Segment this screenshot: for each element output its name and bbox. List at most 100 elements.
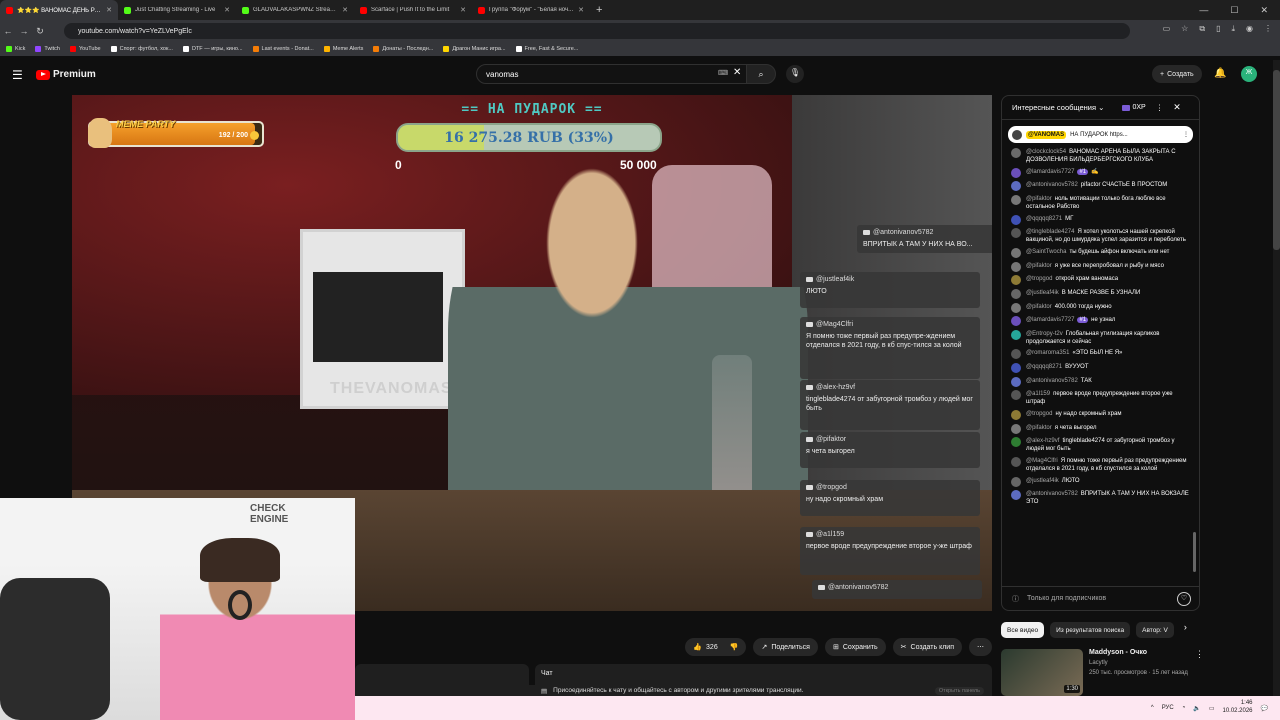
- chat-message[interactable]: @qqqqq8271 ВУУУОТ: [1011, 363, 1190, 374]
- chat-message[interactable]: @antonivanov5782 pifactor СЧАСТЬЕ В ПРОСТ…: [1011, 181, 1190, 192]
- chat-author[interactable]: @antonivanov5782: [1026, 491, 1078, 497]
- chat-author[interactable]: @pifaktor: [1026, 263, 1052, 269]
- bookmark-item[interactable]: DTF — игры, кино...: [182, 46, 243, 52]
- maximize-icon[interactable]: ☐: [1230, 5, 1238, 16]
- chat-message[interactable]: @pifaktor я чета выгорел: [1011, 423, 1190, 434]
- bookmark-item[interactable]: YouTube: [69, 46, 101, 52]
- chat-message[interactable]: @pifaktor ноль мотивации только бога любл…: [1011, 194, 1190, 211]
- chat-author[interactable]: @justleaf4ik: [1026, 478, 1059, 484]
- chat-message[interactable]: @alex-hz9vf tingleblade4274 от забугорной…: [1011, 437, 1190, 453]
- chat-message[interactable]: @pifaktor я уже все перепробовал и рыбу и…: [1011, 261, 1190, 272]
- browser-tab[interactable]: Just Chatting Streaming - Live ✕: [118, 0, 236, 20]
- tab-close-icon[interactable]: ✕: [460, 6, 466, 14]
- filter-chip[interactable]: Из результатов поиска: [1050, 622, 1131, 638]
- like-button[interactable]: 👍 326 👎: [685, 638, 747, 656]
- chat-message[interactable]: @tropgod открой храм ваномаса: [1011, 275, 1190, 286]
- chat-avatar[interactable]: [1011, 363, 1021, 374]
- chat-avatar[interactable]: [1011, 457, 1021, 467]
- chat-avatar[interactable]: [1011, 167, 1021, 178]
- forward-icon[interactable]: →: [16, 26, 32, 36]
- chat-avatar[interactable]: [1011, 228, 1021, 239]
- chat-message[interactable]: @antonivanov5782 ВПРИТЫК А ТАМ У НИХ НА В…: [1011, 490, 1190, 506]
- chat-avatar[interactable]: [1011, 490, 1021, 501]
- notifications-bell-icon[interactable]: 🔔: [1214, 68, 1226, 79]
- tab-close-icon[interactable]: ✕: [342, 6, 348, 14]
- chat-author[interactable]: @SaintTwocha: [1026, 249, 1066, 255]
- more-actions-button[interactable]: ⋯: [969, 638, 992, 656]
- chat-message[interactable]: @a1l159 первое вроде предупреждение второ…: [1011, 390, 1190, 406]
- chat-message[interactable]: @tingleblade4274 Я хотел уколоться нашей …: [1011, 228, 1190, 244]
- chat-avatar[interactable]: [1011, 423, 1021, 434]
- chat-author[interactable]: @pifaktor: [1026, 196, 1052, 202]
- keyboard-icon[interactable]: ⌨: [718, 69, 728, 77]
- chat-message[interactable]: @justleaf4ik В МАСКЕ РАЗВЕ Б УЗНАЛИ: [1011, 288, 1190, 299]
- thumbs-down-icon[interactable]: 👎: [730, 643, 739, 651]
- rec-thumbnail[interactable]: 1:30: [1001, 649, 1083, 696]
- reload-icon[interactable]: ↻: [32, 26, 48, 37]
- wifi-icon[interactable]: ◔: [1182, 705, 1186, 711]
- tray-chevron-icon[interactable]: ^: [1151, 705, 1154, 711]
- chips-next-icon[interactable]: ›: [1184, 622, 1187, 638]
- page-scrollbar[interactable]: [1273, 60, 1280, 696]
- chat-avatar[interactable]: [1011, 261, 1021, 272]
- chat-author[interactable]: @antonivanov5782: [1026, 378, 1078, 384]
- youtube-logo[interactable]: Premium: [36, 69, 96, 80]
- heart-icon[interactable]: ♡: [1177, 591, 1191, 606]
- back-icon[interactable]: ←: [0, 26, 16, 36]
- chat-author[interactable]: @clockclock54: [1026, 149, 1066, 155]
- chat-avatar[interactable]: [1011, 437, 1021, 448]
- chat-message[interactable]: @romaroma351 «ЭТО БЫЛ НЕ Я»: [1011, 349, 1190, 360]
- chat-message[interactable]: @justleaf4ik ЛЮТО: [1011, 476, 1190, 487]
- cast-icon[interactable]: ▭: [1163, 24, 1171, 34]
- new-tab-button[interactable]: +: [590, 4, 608, 16]
- url-field[interactable]: youtube.com/watch?v=YeZLVePgElc: [64, 23, 1130, 39]
- chat-avatar[interactable]: [1011, 214, 1021, 225]
- bookmark-item[interactable]: Last events - Donat...: [252, 46, 314, 52]
- notification-center-icon[interactable]: 💬: [1261, 705, 1268, 712]
- chat-avatar[interactable]: [1011, 476, 1021, 487]
- chat-avatar[interactable]: [1011, 148, 1021, 158]
- page-scroll-thumb[interactable]: [1273, 70, 1280, 250]
- chat-avatar[interactable]: [1011, 349, 1021, 360]
- chat-message[interactable]: @lamardavis7727 #1 не узнал: [1011, 316, 1190, 327]
- download-icon[interactable]: ⤓: [1231, 24, 1235, 34]
- clip-button[interactable]: ✂ Создать клип: [892, 638, 962, 656]
- minimize-icon[interactable]: —: [1199, 5, 1208, 15]
- chat-avatar[interactable]: [1011, 390, 1021, 401]
- xp-badge[interactable]: 0XP: [1122, 104, 1146, 111]
- bookmark-item[interactable]: Free, Fast & Secure...: [515, 46, 578, 52]
- tab-close-icon[interactable]: ✕: [106, 6, 112, 14]
- search-input[interactable]: vanomas: [476, 64, 748, 84]
- bookmark-item[interactable]: Twitch: [35, 46, 60, 52]
- chat-author[interactable]: @pifaktor: [1026, 304, 1052, 310]
- rec-title[interactable]: Maddyson - Очко: [1089, 649, 1259, 656]
- share-button[interactable]: ↗ Поделиться: [753, 638, 818, 656]
- info-icon[interactable]: ⓘ: [1012, 594, 1019, 604]
- chat-author[interactable]: @tropgod: [1026, 276, 1052, 282]
- browser-tab[interactable]: Группа "Форум" - "Белая ноч... ✕: [472, 0, 590, 20]
- chat-message[interactable]: @SaintTwocha ты будешь айфон включать или…: [1011, 248, 1190, 259]
- hamburger-menu-icon[interactable]: ☰: [12, 68, 23, 82]
- create-button[interactable]: + Создать: [1152, 65, 1202, 83]
- chat-author[interactable]: @lamardavis7727: [1026, 317, 1074, 323]
- voice-search-button[interactable]: 🎙: [786, 65, 804, 83]
- clear-search-icon[interactable]: ✕: [733, 67, 741, 78]
- chat-avatar[interactable]: [1011, 275, 1021, 286]
- rec-channel[interactable]: Lacytly: [1089, 660, 1259, 666]
- chat-avatar[interactable]: [1011, 194, 1021, 205]
- save-button[interactable]: ⊞ Сохранить: [824, 638, 886, 656]
- chat-author[interactable]: @tropgod: [1026, 411, 1052, 417]
- chat-scroll-thumb[interactable]: [1193, 532, 1196, 572]
- chat-author[interactable]: @tingleblade4274: [1026, 229, 1074, 235]
- chat-options-icon[interactable]: ⋮: [1156, 103, 1164, 112]
- chat-scrollbar[interactable]: [1193, 122, 1196, 582]
- tab-close-icon[interactable]: ✕: [578, 6, 584, 14]
- volume-icon[interactable]: 🔈: [1193, 705, 1200, 712]
- search-button[interactable]: ⌕: [746, 64, 776, 84]
- bookmark-star-icon[interactable]: ☆: [1181, 24, 1188, 34]
- chat-author[interactable]: @antonivanov5782: [1026, 182, 1078, 188]
- chat-avatar[interactable]: [1011, 376, 1021, 387]
- battery-icon[interactable]: ▭: [1209, 705, 1215, 712]
- sidebar-icon[interactable]: ▯: [1216, 24, 1220, 34]
- chat-avatar[interactable]: [1011, 288, 1021, 299]
